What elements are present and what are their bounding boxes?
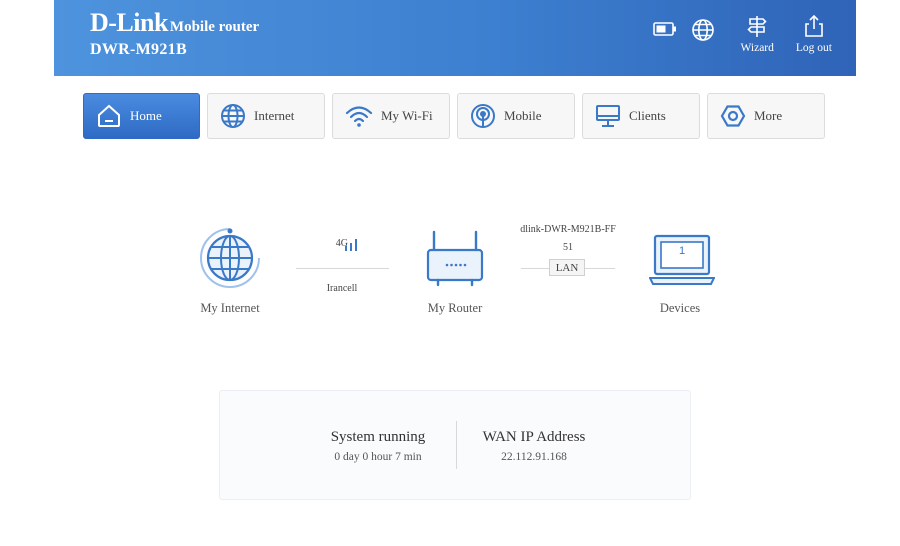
wifi-ssid: dlink-DWR-M921B-FF (520, 224, 616, 235)
signal-bars-icon (344, 236, 360, 257)
logout-icon (805, 14, 823, 37)
tab-my-wifi[interactable]: My Wi-Fi (332, 93, 450, 139)
home-icon (96, 103, 122, 129)
devices-label: Devices (659, 301, 701, 315)
connector-internet-router (296, 268, 389, 269)
uptime-title: System running (330, 429, 426, 445)
monitor-icon (595, 103, 621, 129)
carrier-name: Irancell (326, 283, 358, 294)
logout-button[interactable]: Log out (796, 14, 832, 54)
uptime-value: 0 day 0 hour 7 min (334, 451, 422, 463)
lan-badge: LAN (549, 259, 585, 276)
laptop-icon[interactable] (648, 234, 716, 293)
uptime-block: System running 0 day 0 hour 7 min (318, 429, 438, 463)
brand-subtitle: Mobile router (169, 19, 260, 35)
internet-globe-icon[interactable] (198, 227, 262, 294)
router-icon[interactable] (426, 228, 484, 293)
wan-block: WAN IP Address 22.112.91.168 (474, 429, 594, 463)
top-header: D-Link Mobile router DWR-M921B Wizard Lo… (54, 0, 856, 76)
tab-my-wifi-label: My Wi-Fi (381, 108, 433, 123)
tab-home-label: Home (130, 108, 162, 123)
device-count: 1 (678, 245, 686, 257)
status-divider (456, 421, 457, 469)
wan-title: WAN IP Address (482, 429, 586, 445)
internet-label: My Internet (200, 301, 260, 315)
tab-clients[interactable]: Clients (582, 93, 700, 139)
logout-label: Log out (795, 42, 832, 54)
header-actions: Wizard Log out (652, 14, 832, 54)
tab-home[interactable]: Home (83, 93, 200, 139)
brand: D-Link Mobile router (90, 8, 259, 38)
tab-more-label: More (754, 108, 783, 123)
wifi-ssid-suffix: 51 (563, 242, 573, 253)
tab-more[interactable]: More (707, 93, 825, 139)
status-panel: System running 0 day 0 hour 7 min WAN IP… (219, 390, 691, 500)
antenna-icon (470, 103, 496, 129)
router-label: My Router (427, 301, 483, 315)
wan-ip-value: 22.112.91.168 (501, 451, 567, 463)
battery-icon (652, 22, 677, 36)
tab-internet[interactable]: Internet (207, 93, 325, 139)
tab-clients-label: Clients (629, 108, 666, 123)
signpost-icon (747, 16, 767, 37)
wifi-icon (345, 103, 373, 129)
wizard-label: Wizard (740, 42, 774, 54)
tab-mobile[interactable]: Mobile (457, 93, 575, 139)
globe-icon (220, 103, 246, 129)
main-nav: Home Internet My Wi-Fi Mobile Clients Mo… (83, 93, 825, 139)
tab-mobile-label: Mobile (504, 108, 542, 123)
language-globe-icon[interactable] (691, 18, 715, 42)
hexagon-icon (720, 103, 746, 129)
wizard-button[interactable]: Wizard (741, 14, 774, 54)
tab-internet-label: Internet (254, 108, 295, 123)
model-name: DWR-M921B (90, 41, 187, 58)
brand-logo: D-Link (90, 8, 168, 37)
